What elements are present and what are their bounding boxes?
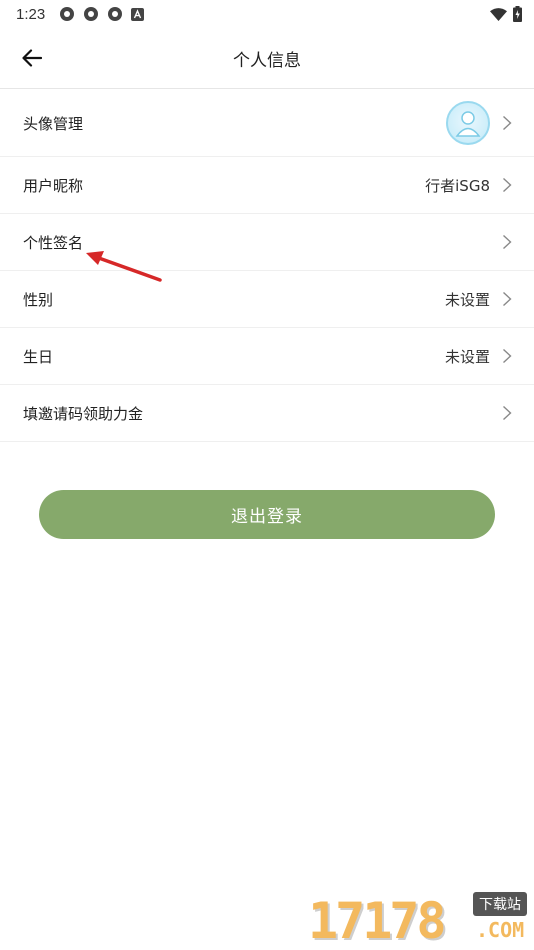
watermark-tag: 下载站 (473, 892, 527, 916)
back-button[interactable] (18, 44, 46, 72)
chevron-right-icon (503, 291, 512, 307)
nickname-value: 行者iSG8 (425, 176, 490, 195)
row-label: 填邀请码领助力金 (23, 404, 144, 423)
chevron-right-icon (503, 234, 512, 250)
chevron-right-icon (503, 177, 512, 193)
status-system-icons (490, 6, 522, 22)
app-header: 个人信息 (0, 28, 534, 89)
row-label: 头像管理 (23, 114, 84, 133)
status-notification-icons (59, 6, 145, 22)
status-bar: 1:23 (0, 0, 534, 28)
annotation-arrow-icon (86, 251, 162, 282)
row-label: 个性签名 (23, 233, 84, 252)
row-label: 生日 (23, 347, 54, 366)
row-label: 性别 (23, 290, 54, 309)
birthday-value: 未设置 (444, 347, 490, 366)
wifi-icon (490, 7, 507, 21)
avatar (446, 101, 490, 145)
app-notification-icon (108, 7, 123, 21)
watermark-logo: 17178 下载站 .COM (308, 888, 534, 950)
chevron-right-icon (503, 348, 512, 364)
default-user-icon (455, 111, 481, 137)
gender-value: 未设置 (444, 290, 490, 309)
logout-button[interactable]: 退出登录 (39, 490, 495, 539)
chevron-right-icon (503, 115, 512, 131)
watermark-digits: 17178 (308, 892, 447, 950)
font-notification-icon (131, 7, 145, 21)
page-title: 个人信息 (233, 50, 301, 71)
invite-code-row[interactable]: 填邀请码领助力金 (0, 385, 534, 442)
battery-icon (513, 6, 522, 22)
app-notification-icon (84, 7, 99, 21)
birthday-row[interactable]: 生日 未设置 (0, 328, 534, 385)
back-arrow-icon (22, 49, 42, 67)
chevron-right-icon (503, 405, 512, 421)
avatar-management-row[interactable]: 头像管理 (0, 90, 534, 157)
app-notification-icon (60, 7, 75, 21)
row-label: 用户昵称 (23, 176, 84, 195)
nickname-row[interactable]: 用户昵称 行者iSG8 (0, 157, 534, 214)
status-time: 1:23 (16, 5, 46, 23)
watermark-suffix: .COM (476, 918, 525, 942)
